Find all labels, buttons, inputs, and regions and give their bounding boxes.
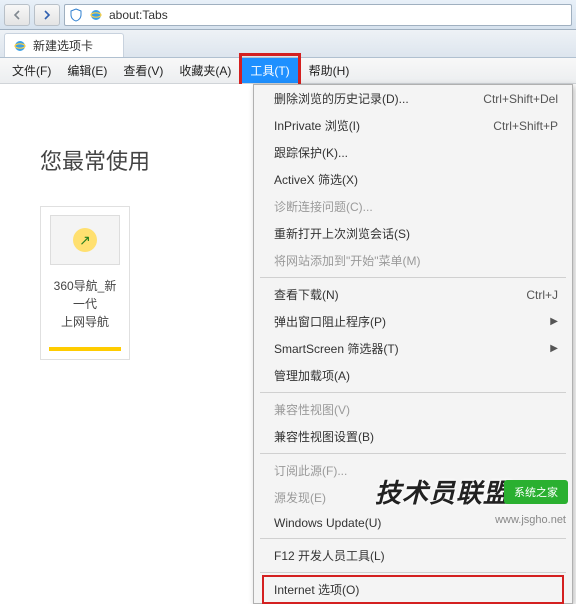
menu-shortcut: Ctrl+J <box>526 288 558 302</box>
tools-dropdown-menu: 删除浏览的历史记录(D)... Ctrl+Shift+Del InPrivate… <box>253 84 573 604</box>
menu-diagnose-connection[interactable]: 诊断连接问题(C)... <box>254 193 572 220</box>
highlight-box-tools: 工具(T) <box>239 53 300 88</box>
menu-compat-view[interactable]: 兼容性视图(V) <box>254 396 572 423</box>
menu-internet-options[interactable]: Internet 选项(O) <box>254 576 572 603</box>
watermark-text: 技术员联盟 <box>375 473 510 510</box>
menu-separator <box>260 277 566 278</box>
menu-item-label: 订阅此源(F)... <box>274 462 347 479</box>
submenu-arrow-icon: ▶ <box>550 343 558 354</box>
menu-inprivate[interactable]: InPrivate 浏览(I) Ctrl+Shift+P <box>254 112 572 139</box>
menu-item-label: 兼容性视图设置(B) <box>274 428 374 445</box>
menu-item-label: InPrivate 浏览(I) <box>274 117 360 134</box>
tile-thumbnail: ↗ <box>50 215 120 265</box>
tile-label: 360导航_新一代 上网导航 <box>49 277 121 331</box>
menu-tracking-protection[interactable]: 跟踪保护(K)... <box>254 139 572 166</box>
menu-shortcut: Ctrl+Shift+Del <box>483 92 558 106</box>
menu-item-label: 重新打开上次浏览会话(S) <box>274 225 410 242</box>
menu-popup-blocker[interactable]: 弹出窗口阻止程序(P) ▶ <box>254 308 572 335</box>
watermark-badge: 系统之家 <box>504 480 568 504</box>
ie-favicon-icon <box>89 8 103 22</box>
browser-tab[interactable]: 新建选项卡 <box>4 33 124 57</box>
menu-f12-devtools[interactable]: F12 开发人员工具(L) <box>254 542 572 569</box>
frequent-tile[interactable]: ↗ 360导航_新一代 上网导航 <box>40 206 130 360</box>
menu-separator <box>260 572 566 573</box>
menu-view[interactable]: 查看(V) <box>115 58 171 83</box>
menu-item-label: 删除浏览的历史记录(D)... <box>274 90 409 107</box>
watermark-overlay: 技术员联盟 系统之家 <box>375 473 568 510</box>
back-arrow-icon <box>12 10 22 20</box>
menu-item-label: SmartScreen 筛选器(T) <box>274 340 399 357</box>
menu-item-label: F12 开发人员工具(L) <box>274 547 385 564</box>
back-button[interactable] <box>4 4 30 26</box>
menu-compat-view-settings[interactable]: 兼容性视图设置(B) <box>254 423 572 450</box>
menu-favorites[interactable]: 收藏夹(A) <box>171 58 239 83</box>
menu-file[interactable]: 文件(F) <box>4 58 59 83</box>
address-url[interactable]: about:Tabs <box>109 8 567 22</box>
menu-smartscreen[interactable]: SmartScreen 筛选器(T) ▶ <box>254 335 572 362</box>
menu-view-downloads[interactable]: 查看下载(N) Ctrl+J <box>254 281 572 308</box>
tab-title: 新建选项卡 <box>33 37 93 54</box>
address-bar[interactable]: about:Tabs <box>64 4 572 26</box>
menu-manage-addons[interactable]: 管理加载项(A) <box>254 362 572 389</box>
menu-reopen-session[interactable]: 重新打开上次浏览会话(S) <box>254 220 572 247</box>
tile-accent-bar <box>49 347 121 351</box>
menu-bar: 文件(F) 编辑(E) 查看(V) 收藏夹(A) 工具(T) 帮助(H) <box>0 58 576 84</box>
menu-item-label: 兼容性视图(V) <box>274 401 350 418</box>
menu-separator <box>260 538 566 539</box>
forward-arrow-icon <box>42 10 52 20</box>
menu-add-to-start[interactable]: 将网站添加到"开始"菜单(M) <box>254 247 572 274</box>
menu-item-label: 源发现(E) <box>274 489 326 506</box>
menu-item-label: ActiveX 筛选(X) <box>274 171 358 188</box>
browser-titlebar: about:Tabs <box>0 0 576 30</box>
ie-favicon-icon <box>13 39 27 53</box>
submenu-arrow-icon: ▶ <box>550 316 558 327</box>
menu-edit[interactable]: 编辑(E) <box>59 58 115 83</box>
menu-item-label: 弹出窗口阻止程序(P) <box>274 313 386 330</box>
menu-item-label: 将网站添加到"开始"菜单(M) <box>274 252 421 269</box>
menu-item-label: 诊断连接问题(C)... <box>274 198 373 215</box>
menu-separator <box>260 453 566 454</box>
menu-tools[interactable]: 工具(T) <box>242 58 297 83</box>
menu-help[interactable]: 帮助(H) <box>301 58 358 83</box>
menu-item-label: 管理加载项(A) <box>274 367 350 384</box>
menu-delete-history[interactable]: 删除浏览的历史记录(D)... Ctrl+Shift+Del <box>254 85 572 112</box>
menu-separator <box>260 392 566 393</box>
menu-item-label: Windows Update(U) <box>274 516 381 530</box>
menu-shortcut: Ctrl+Shift+P <box>493 119 558 133</box>
site-360-icon: ↗ <box>73 228 97 252</box>
security-shield-icon <box>69 8 83 22</box>
forward-button[interactable] <box>34 4 60 26</box>
watermark-url: www.jsgho.net <box>495 514 566 526</box>
menu-item-label: Internet 选项(O) <box>274 581 359 598</box>
menu-activex-filter[interactable]: ActiveX 筛选(X) <box>254 166 572 193</box>
menu-item-label: 跟踪保护(K)... <box>274 144 348 161</box>
menu-item-label: 查看下载(N) <box>274 286 339 303</box>
